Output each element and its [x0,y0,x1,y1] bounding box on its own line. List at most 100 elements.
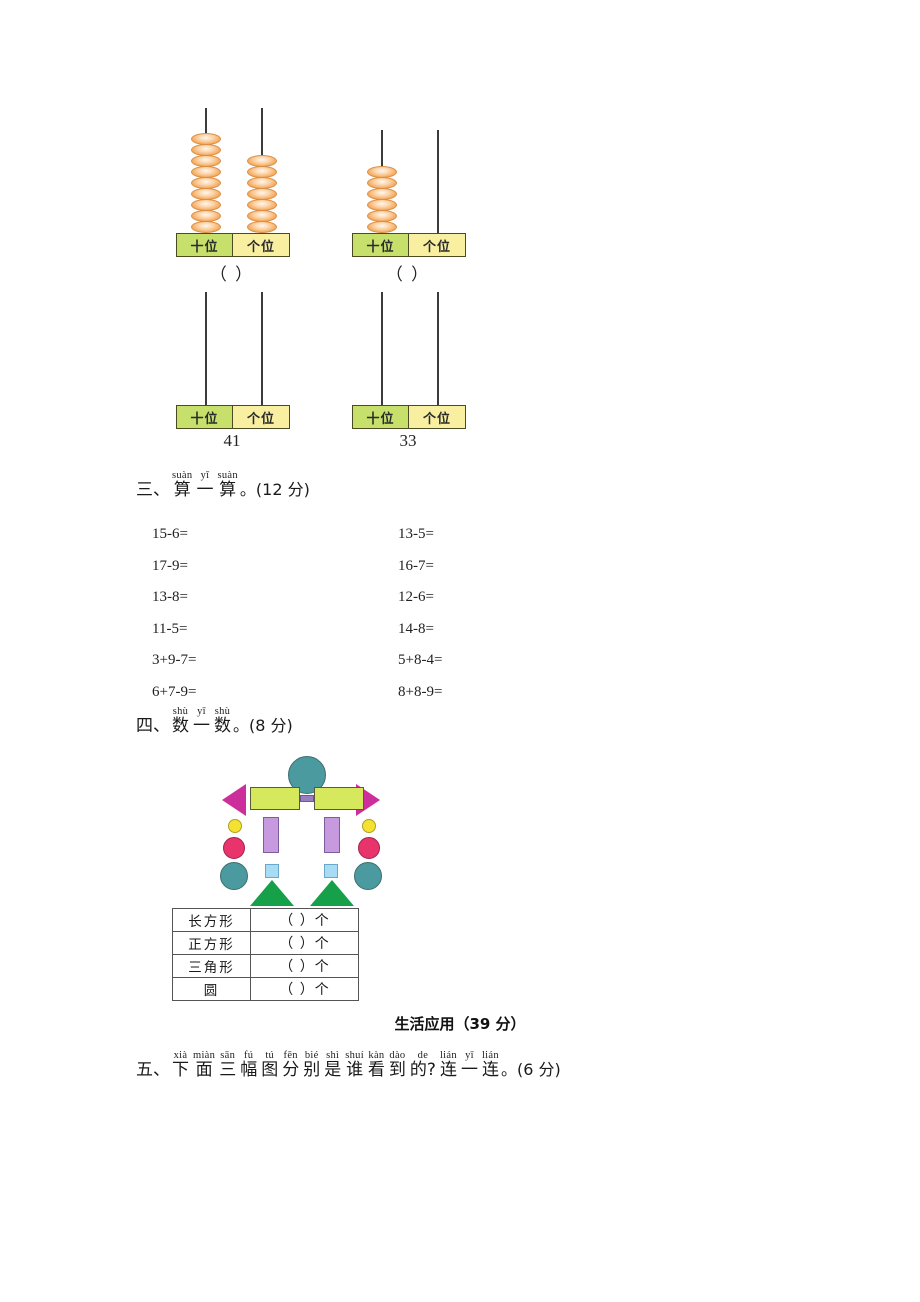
section-five-word-11: de 的? [410,1050,436,1080]
section-four-points: 。(8 分) [233,716,293,735]
hanzi-text: 面 [195,1060,213,1080]
shape-name-cell: 三角形 [172,954,251,978]
section-three-points: 。(12 分) [239,480,310,499]
abacus-1-tens-beads [191,122,221,233]
pink-circle-left [223,837,245,859]
abacus-1-answer-blank[interactable]: （ ） [176,260,288,285]
section-four-word-0: shù 数 [172,706,189,736]
hanzi-text: 是 [324,1060,342,1080]
abacus-1-ones-bead [247,221,277,233]
hanzi-text: 幅 [240,1060,258,1080]
yellow-circle-right [362,819,376,833]
arithmetic-right-item[interactable]: 13-5= [398,519,442,551]
hanzi-text: 一 [196,480,214,500]
teal-circle-left [220,862,248,890]
abacus-2-answer-blank[interactable]: （ ） [352,260,464,285]
life-application-banner: 生活应用（39 分） [0,1013,920,1034]
section-five-word-4: tú 图 [261,1050,278,1080]
shape-count-blank[interactable]: （ ）个 [250,931,359,955]
abacus-2-place-bar: 十位 个位 [352,233,466,257]
section-three-word-0: suàn 算 [172,470,192,500]
arithmetic-right-item[interactable]: 14-8= [398,614,442,646]
arithmetic-right-item[interactable]: 16-7= [398,551,442,583]
section-five-word-8: shuí 谁 [345,1050,364,1080]
section-five-word-14: lián 连 [482,1050,499,1080]
blue-square-left [265,864,279,878]
shape-name-cell: 圆 [172,977,251,1001]
abacus-4-tens-label: 十位 [353,406,409,428]
abacus-1-tens-label: 十位 [177,234,233,256]
shape-count-blank[interactable]: （ ）个 [250,908,359,932]
section-five-word-9: kàn 看 [368,1050,385,1080]
arithmetic-left-item[interactable]: 3+9-7= [152,645,196,677]
hanzi-text: 连 [439,1060,457,1080]
table-row: 圆（ ）个 [172,977,359,1001]
hanzi-text: 下 [172,1060,189,1080]
abacus-4-tens-rod [381,292,383,405]
hanzi-text: 图 [261,1060,279,1080]
abacus-2-ones-rod [437,130,439,233]
section-four-heading: 四、 shù 数 yī 一 shù 数。(8 分) [136,706,293,736]
banner-points: （39 分） [454,1015,526,1033]
section-five-word-10: dào 到 [389,1050,406,1080]
hanzi-text: 数 [172,716,189,736]
arithmetic-right-column: 13-5= 16-7= 12-6= 14-8= 5+8-4= 8+8-9= [398,519,442,708]
hanzi-text: 到 [388,1060,406,1080]
shape-name-cell: 长方形 [172,908,251,932]
hanzi-text: 的? [409,1060,436,1080]
section-five-word-7: shì 是 [324,1050,341,1080]
section-five-word-1: miàn 面 [193,1050,215,1080]
hanzi-text: 谁 [346,1060,364,1080]
shape-count-blank[interactable]: （ ）个 [250,954,359,978]
hanzi-text: 别 [303,1060,321,1080]
arithmetic-right-item[interactable]: 8+8-9= [398,677,442,709]
hanzi-text: 看 [367,1060,385,1080]
section-three-word-2: suàn 算 [217,470,237,500]
shape-name-cell: 正方形 [172,931,251,955]
arithmetic-left-item[interactable]: 11-5= [152,614,196,646]
abacus-2-ones-label: 个位 [409,234,465,256]
hanzi-text: 算 [219,480,237,500]
abacus-4-number: 33 [399,431,417,450]
section-five-word-13: yī 一 [461,1050,478,1080]
section-four-word-1: yī 一 [193,706,210,736]
robot-figure [206,752,396,906]
section-five-word-2: sān 三 [219,1050,236,1080]
body-right-rectangle [314,787,364,810]
abacus-3-place-bar: 十位 个位 [176,405,290,429]
table-row: 长方形（ ）个 [172,908,359,932]
section-five-word-0: xià 下 [172,1050,189,1080]
pink-circle-right [358,837,380,859]
section-five-index: 五、 [136,1060,170,1080]
body-left-rectangle [250,787,300,810]
purple-rectangle-left [263,817,279,853]
arithmetic-left-item[interactable]: 17-9= [152,551,196,583]
banner-title: 生活应用 [394,1015,455,1033]
section-five-word-3: fú 幅 [240,1050,257,1080]
abacus-3-tens-rod [205,292,207,405]
section-three-words: suàn 算 yī 一 suàn 算 [170,470,240,500]
arithmetic-left-item[interactable]: 6+7-9= [152,677,196,709]
abacus-3-number: 41 [223,431,241,450]
section-four-index: 四、 [136,716,170,736]
abacus-1-ones-beads [247,122,277,233]
arithmetic-right-item[interactable]: 5+8-4= [398,645,442,677]
arithmetic-left-item[interactable]: 13-8= [152,582,196,614]
arithmetic-right-item[interactable]: 12-6= [398,582,442,614]
blue-square-right [324,864,338,878]
abacus-3-tens-label: 十位 [177,406,233,428]
section-five-word-5: fēn 分 [282,1050,299,1080]
section-five-heading: 五、 xià 下 miàn 面 sān 三 fú 幅 tú 图 fēn 分 bié 别 shì 是 shuí 谁 kà… [136,1050,561,1080]
arithmetic-left-column: 15-6= 17-9= 13-8= 11-5= 3+9-7= 6+7-9= [152,519,196,708]
green-triangle-right [310,880,354,906]
teal-circle-right [354,862,382,890]
arithmetic-left-item[interactable]: 15-6= [152,519,196,551]
abacus-3-ones-rod [261,292,263,405]
section-five-word-12: lián 连 [440,1050,457,1080]
hanzi-text: 连 [481,1060,499,1080]
abacus-2-tens-label: 十位 [353,234,409,256]
shape-count-blank[interactable]: （ ）个 [250,977,359,1001]
hanzi-text: 算 [173,480,191,500]
section-three-word-1: yī 一 [196,470,213,500]
table-row: 三角形（ ）个 [172,954,359,978]
